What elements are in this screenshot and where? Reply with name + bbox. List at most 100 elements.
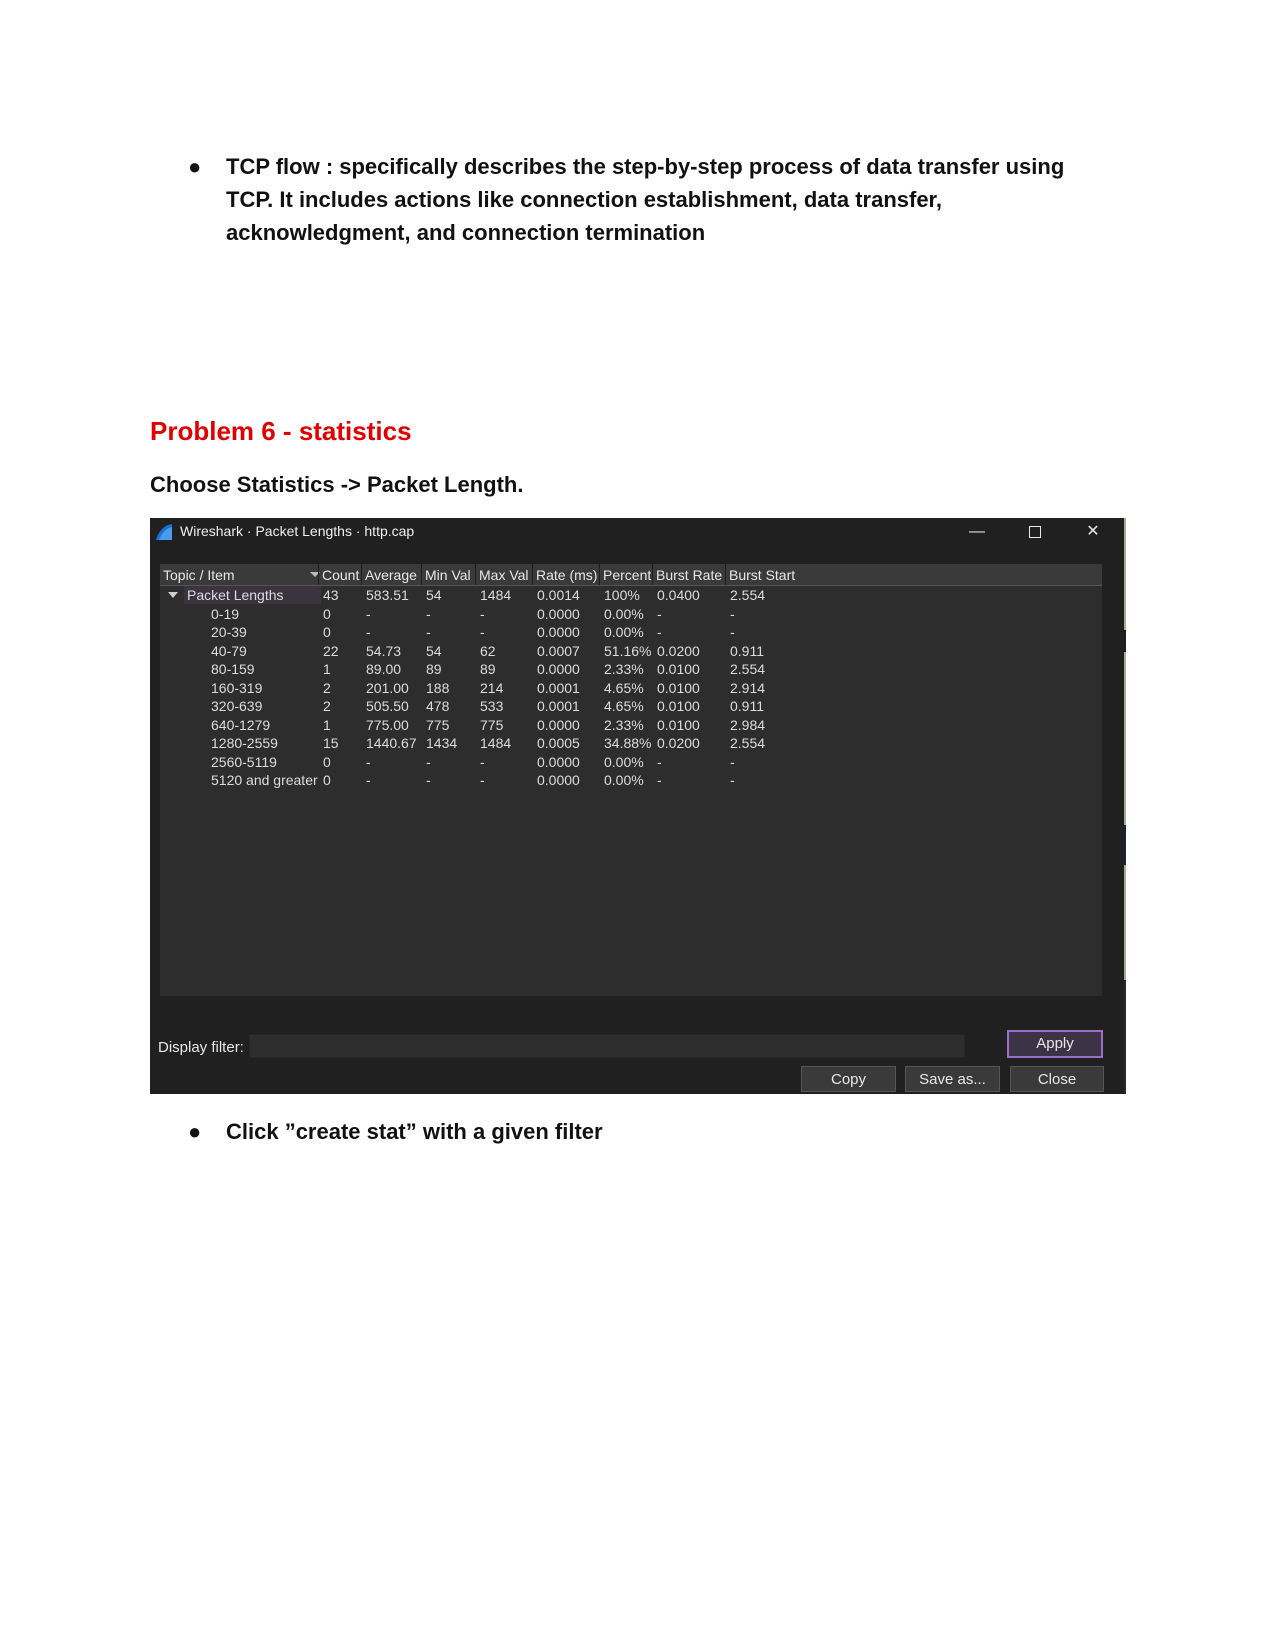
column-header-burst-start[interactable]: Burst Start — [729, 567, 795, 583]
table-row[interactable]: 20-39 0- - -0.0000 0.00% - - — [160, 623, 1102, 642]
window-titlebar[interactable]: Wireshark · Packet Lengths · http.cap — … — [150, 518, 1124, 546]
row-count: 0 — [323, 605, 331, 622]
column-header-average[interactable]: Average — [365, 567, 417, 583]
row-max-val: 775 — [480, 716, 504, 733]
row-topic: Packet Lengths — [187, 587, 284, 603]
row-average: 583.51 — [366, 587, 409, 603]
bullet-text: Click ”create stat” with a given filter — [226, 1119, 603, 1144]
problem-heading: Problem 6 - statistics — [150, 416, 412, 446]
row-min-val: - — [426, 624, 431, 640]
row-burst-start: 0.911 — [730, 698, 764, 714]
table-header: Topic / Item Count Average Min Val Max V… — [160, 564, 1102, 586]
packet-lengths-window: Wireshark · Packet Lengths · http.cap — … — [150, 518, 1124, 1094]
row-percent: 100% — [604, 587, 640, 603]
apply-button[interactable]: Apply — [1007, 1030, 1103, 1058]
row-min-val: 1434 — [426, 735, 458, 751]
row-burst-rate: - — [657, 605, 662, 622]
row-topic: 1280-2559 — [211, 735, 278, 751]
row-topic: 40-79 — [211, 642, 247, 659]
row-percent: 34.88% — [604, 735, 652, 751]
row-burst-start: 2.914 — [730, 679, 766, 696]
row-average: 89.00 — [366, 661, 402, 677]
row-count: 2 — [323, 698, 331, 714]
column-divider — [318, 564, 319, 585]
row-rate: 0.0014 — [537, 587, 580, 603]
column-divider — [475, 564, 476, 585]
row-max-val: 533 — [480, 698, 504, 714]
expand-arrow-icon[interactable] — [168, 592, 178, 598]
maximize-icon — [1029, 525, 1041, 538]
row-burst-start: 0.911 — [730, 642, 764, 659]
row-topic: 320-639 — [211, 698, 263, 714]
row-rate: 0.0005 — [537, 735, 580, 751]
row-min-val: 54 — [426, 642, 442, 659]
row-count: 1 — [323, 661, 331, 677]
row-max-val: 62 — [480, 642, 496, 659]
row-average: - — [366, 772, 371, 788]
table-row[interactable]: 320-639 2 505.50 478 533 0.0001 4.65% 0.0100 0.9… — [160, 697, 1102, 716]
column-header-percent[interactable]: Percent — [603, 567, 651, 583]
column-header-count[interactable]: Count — [322, 567, 359, 583]
row-min-val: - — [426, 772, 431, 788]
row-burst-rate: 0.0100 — [657, 698, 700, 714]
row-min-val: - — [426, 605, 431, 622]
row-rate: 0.0007 — [537, 642, 580, 659]
row-burst-start: - — [730, 753, 735, 770]
table-row[interactable]: 1280-2559 15 1440.67 1434 1484 0.0005 34.88% 0.… — [160, 734, 1102, 753]
row-burst-rate: 0.0100 — [657, 661, 700, 677]
column-divider — [532, 564, 533, 585]
row-average: 201.00 — [366, 679, 409, 696]
row-count: 2 — [323, 679, 331, 696]
copy-button[interactable]: Copy — [801, 1066, 896, 1092]
row-average: - — [366, 753, 371, 770]
row-topic: 640-1279 — [211, 716, 271, 733]
table-row[interactable]: 40-79 22 54.73 54 62 0.0007 51.16% 0.0200 0.911 — [160, 642, 1102, 661]
packet-lengths-table[interactable]: Topic / Item Count Average Min Val Max V… — [160, 564, 1102, 996]
row-topic: 80-159 — [211, 661, 255, 677]
row-burst-start: 2.554 — [730, 661, 766, 677]
row-max-val: 1484 — [480, 735, 512, 751]
row-burst-rate: 0.0100 — [657, 679, 700, 696]
row-burst-rate: - — [657, 753, 662, 770]
column-header-min-val[interactable]: Min Val — [425, 567, 471, 583]
table-row[interactable]: 80-159 1 89.00 89 89 0.0000 2.33% 0.0100 2.554 — [160, 660, 1102, 679]
row-min-val: 89 — [426, 661, 442, 677]
row-average: - — [366, 605, 371, 622]
row-burst-rate: 0.0100 — [657, 716, 700, 733]
row-burst-start: 2.984 — [730, 716, 766, 733]
row-count: 43 — [323, 587, 339, 603]
table-row[interactable]: 5120 and greater 0- - -0.0000 0.00% - - — [160, 771, 1102, 790]
table-row[interactable]: Packet Lengths 43 583.51 54 1484 0.0014 100% 0.… — [160, 586, 1102, 605]
column-header-topic[interactable]: Topic / Item — [163, 567, 235, 583]
row-count: 1 — [323, 716, 331, 733]
table-row[interactable]: 160-319 2 201.00 188 214 0.0001 4.65% 0.0100 2.9… — [160, 679, 1102, 698]
row-average: - — [366, 624, 371, 640]
minimize-button[interactable]: — — [950, 518, 1004, 546]
row-percent: 4.65% — [604, 698, 644, 714]
close-window-button[interactable]: ✕ — [1066, 518, 1120, 546]
row-percent: 0.00% — [604, 753, 644, 770]
row-count: 15 — [323, 735, 339, 751]
bullet-dot-icon: ● — [188, 154, 202, 179]
row-rate: 0.0000 — [537, 605, 580, 622]
row-count: 22 — [323, 642, 339, 659]
row-min-val: 54 — [426, 587, 442, 603]
row-rate: 0.0000 — [537, 624, 580, 640]
column-header-rate[interactable]: Rate (ms) — [536, 567, 597, 583]
maximize-button[interactable] — [1008, 518, 1062, 546]
save-as-button[interactable]: Save as... — [905, 1066, 1000, 1092]
table-row[interactable]: 2560-5119 0- - -0.0000 0.00% - - — [160, 753, 1102, 772]
row-percent: 0.00% — [604, 624, 644, 640]
row-burst-rate: - — [657, 624, 662, 640]
column-header-burst-rate[interactable]: Burst Rate — [656, 567, 722, 583]
close-button[interactable]: Close — [1010, 1066, 1104, 1092]
display-filter-input[interactable] — [249, 1034, 965, 1058]
row-topic: 160-319 — [211, 679, 263, 696]
column-header-max-val[interactable]: Max Val — [479, 567, 529, 583]
row-burst-start: - — [730, 624, 735, 640]
row-min-val: 188 — [426, 679, 450, 696]
row-topic: 2560-5119 — [211, 753, 277, 770]
table-row[interactable]: 640-1279 1 775.00 775 775 0.0000 2.33% 0.0100 2.… — [160, 716, 1102, 735]
row-max-val: - — [480, 753, 485, 770]
table-row[interactable]: 0-19 0- - -0.0000 0.00% - - — [160, 605, 1102, 624]
